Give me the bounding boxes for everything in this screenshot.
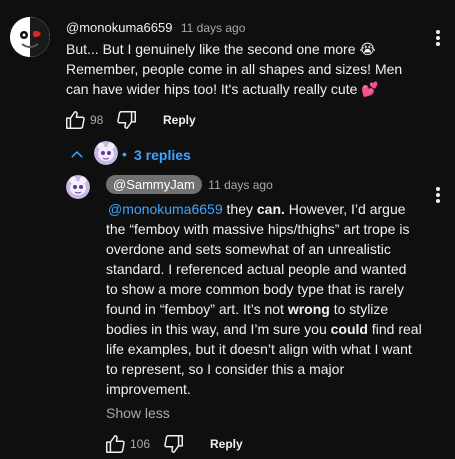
reply-line: overdone and sets somewhat of an unreali… bbox=[106, 241, 391, 257]
reply-button[interactable]: Reply bbox=[163, 113, 196, 127]
reply-kebab-menu-icon[interactable] bbox=[436, 187, 440, 205]
reply-line: the “femboy with massive hips/thighs” ar… bbox=[106, 221, 410, 237]
comment-time[interactable]: 11 days ago bbox=[181, 21, 246, 35]
reply-like-icon[interactable] bbox=[104, 433, 126, 455]
reply-line: improvement. bbox=[106, 381, 191, 397]
separator-dot: • bbox=[122, 146, 127, 162]
comment-line: Remember, people come in all shapes and … bbox=[66, 61, 403, 77]
comment-author[interactable]: @monokuma6659 bbox=[66, 20, 172, 35]
reply-line: found in “femboy” art. It’s not wrong to… bbox=[106, 301, 389, 317]
reply-reply-button[interactable]: Reply bbox=[210, 437, 243, 451]
creator-avatar-icon bbox=[94, 141, 118, 165]
kebab-menu-icon[interactable] bbox=[436, 30, 440, 48]
reply-line: bodies in this way, and I’m sure you cou… bbox=[106, 321, 422, 337]
comment-header: @monokuma6659 11 days ago bbox=[66, 19, 245, 37]
reply-author-chip[interactable]: @SammyJam bbox=[106, 175, 202, 194]
reply-line: @monokuma6659 they can. However, I’d arg… bbox=[108, 201, 406, 217]
mention-link[interactable]: @monokuma6659 bbox=[108, 201, 223, 217]
replies-toggle[interactable]: 3 replies bbox=[134, 147, 191, 163]
reply-header: @SammyJam 11 days ago bbox=[106, 175, 273, 194]
reply-line: standard. I referenced actual people and… bbox=[106, 261, 407, 277]
comment-line: But... But I genuinely like the second o… bbox=[66, 41, 376, 57]
reply-body: @monokuma6659 they can. However, I’d arg… bbox=[106, 199, 436, 399]
comment-line: can have wider hips too! It's actually r… bbox=[66, 81, 379, 97]
sammyjam-avatar-icon[interactable] bbox=[66, 175, 90, 199]
reply-line: to show a more common body type that is … bbox=[106, 281, 405, 297]
chevron-up-icon[interactable] bbox=[68, 146, 86, 164]
show-less-button[interactable]: Show less bbox=[106, 405, 170, 421]
reply-like-count: 106 bbox=[130, 437, 151, 451]
reply-line: life examples, but it doesn’t align with… bbox=[106, 341, 412, 357]
comment-body: But... But I genuinely like the second o… bbox=[66, 39, 426, 99]
reply-time[interactable]: 11 days ago bbox=[208, 178, 273, 192]
reply-line: to represent, so I consider this a major bbox=[106, 361, 345, 377]
monokuma-avatar-icon[interactable] bbox=[10, 17, 50, 57]
dislike-icon[interactable] bbox=[116, 109, 138, 131]
reply-dislike-icon[interactable] bbox=[163, 433, 185, 455]
like-count: 98 bbox=[90, 113, 104, 127]
like-icon[interactable] bbox=[64, 109, 86, 131]
